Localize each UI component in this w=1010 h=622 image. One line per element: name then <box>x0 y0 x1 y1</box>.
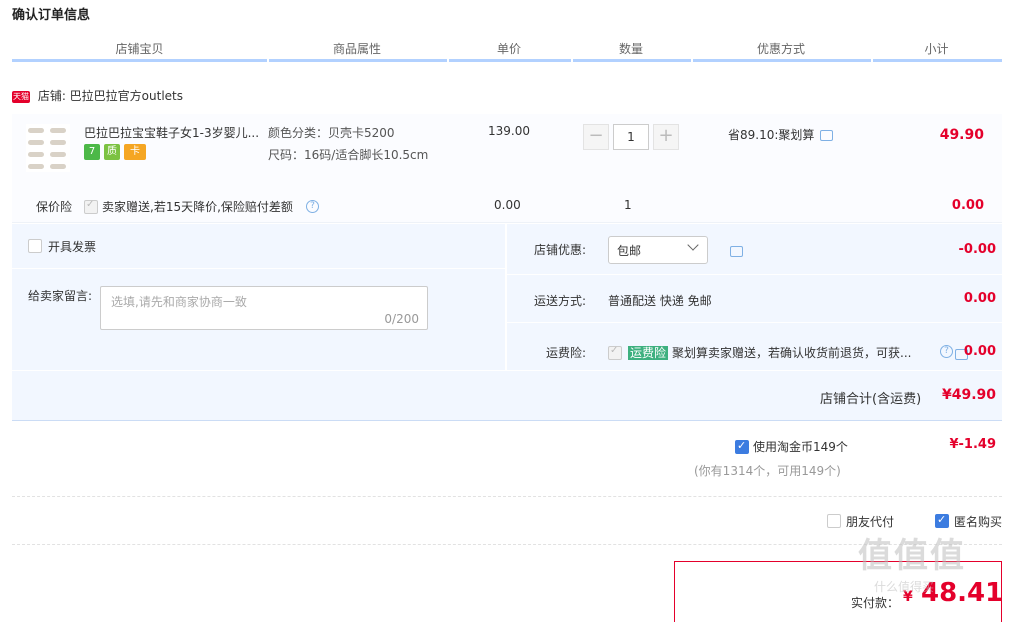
order-item: 巴拉巴拉宝宝鞋子女1-3岁婴儿... 7 质 卡 颜色分类：贝壳卡5200 尺码… <box>12 114 1002 223</box>
coin-amount: ¥-1.49 <box>949 437 996 452</box>
message-count: 0/200 <box>384 312 419 326</box>
divider <box>12 370 1002 371</box>
freight-insurance-label: 运费险: <box>545 346 586 360</box>
insurance-price: 0.00 <box>494 198 521 212</box>
col-attributes: 商品属性 <box>332 42 381 56</box>
item-subtotal: 49.90 <box>939 127 984 143</box>
header-underline <box>12 59 1002 62</box>
chat-icon[interactable] <box>820 130 834 141</box>
anonymous-checkbox[interactable] <box>935 513 949 528</box>
qty-plus-button[interactable]: + <box>653 124 679 150</box>
insurance-qty: 1 <box>624 198 632 212</box>
col-subtotal: 小计 <box>924 42 949 56</box>
quality-icon[interactable]: 质 <box>104 144 120 160</box>
header-sep <box>447 59 449 62</box>
coin-note: (你有1314个，可用149个) <box>694 464 841 478</box>
divider <box>12 268 505 269</box>
product-thumbnail[interactable] <box>26 124 70 172</box>
page-title: 确认订单信息 <box>12 8 91 23</box>
tmall-icon: 天猫 <box>12 90 30 103</box>
freight-insurance-desc: 聚划算卖家赠送，若确认收货前退货，可获... <box>672 346 912 360</box>
insurance-checkbox <box>84 199 98 214</box>
payment-options: 朋友代付 匿名购买 <box>12 498 1002 545</box>
product-name[interactable]: 巴拉巴拉宝宝鞋子女1-3岁婴儿... <box>84 124 260 141</box>
message-label: 给卖家留言: <box>28 289 93 303</box>
coin-section: 使用淘金币149个 (你有1314个，可用149个) ¥-1.49 <box>12 424 1002 497</box>
header-sep <box>871 59 873 62</box>
insurance-subtotal: 0.00 <box>951 198 984 213</box>
shop-total-label: 店铺合计(含运费) <box>820 392 922 407</box>
col-unit-price: 单价 <box>496 42 521 56</box>
shop-name[interactable]: 店铺: 巴拉巴拉官方outlets <box>38 89 183 103</box>
unit-price: 139.00 <box>488 124 530 138</box>
card-icon[interactable]: 卡 <box>124 144 146 160</box>
promo-label: 省89.10:聚划算 <box>728 128 815 142</box>
qty-input[interactable]: 1 <box>613 124 649 150</box>
shop-row[interactable]: 天猫 店铺: 巴拉巴拉官方outlets <box>12 88 183 104</box>
freight-insurance-checkbox <box>608 345 622 360</box>
shop-discount-value: 包邮 <box>617 244 642 258</box>
chat-icon[interactable] <box>730 246 743 257</box>
watermark-sub: 什么值得买 <box>874 580 935 594</box>
order-options: 开具发票 给卖家留言: 选填,请先和商家协商一致 0/200 店铺优惠: 包邮 … <box>12 224 1002 421</box>
shop-discount-label: 店铺优惠: <box>533 243 586 257</box>
chevron-down-icon <box>687 239 699 251</box>
qty-minus-button[interactable]: − <box>583 124 609 150</box>
attr-color: 颜色分类：贝壳卡5200 <box>268 126 395 140</box>
shop-discount-amount: -0.00 <box>958 242 996 257</box>
shipping-value: 普通配送 快递 免邮 <box>608 294 712 308</box>
invoice-checkbox[interactable] <box>28 239 42 253</box>
shipping-amount: 0.00 <box>963 291 996 306</box>
freight-insurance-tag: 运费险 <box>628 346 669 360</box>
header-sep <box>691 59 693 62</box>
col-discount: 优惠方式 <box>756 42 805 56</box>
friend-pay-checkbox[interactable] <box>827 514 841 528</box>
divider <box>507 274 1002 275</box>
col-quantity: 数量 <box>618 42 643 56</box>
insurance-text: 卖家赠送,若15天降价,保险赔付差额 <box>102 200 293 214</box>
divider <box>507 322 1002 323</box>
freight-insurance-amount: 0.00 <box>963 344 996 359</box>
insurance-label: 保价险 <box>36 200 73 214</box>
header-sep <box>571 59 573 62</box>
shop-discount-select[interactable]: 包邮 <box>608 236 708 264</box>
divider <box>505 224 507 370</box>
header-sep <box>267 59 269 62</box>
shop-total-value: ¥49.90 <box>941 387 996 403</box>
coin-checkbox[interactable] <box>735 439 749 454</box>
message-input[interactable]: 选填,请先和商家协商一致 0/200 <box>100 286 428 330</box>
freight-insurance-text: 运费险 聚划算卖家赠送，若确认收货前退货，可获... <box>628 344 913 361</box>
shipping-label: 运送方式: <box>533 294 586 308</box>
message-placeholder: 选填,请先和商家协商一致 <box>111 295 247 309</box>
attr-size: 尺码：16码/适合脚长10.5cm <box>268 148 429 162</box>
promo-text: 省89.10:聚划算 <box>728 126 834 143</box>
invoice-label[interactable]: 开具发票 <box>48 238 96 255</box>
coin-label[interactable]: 使用淘金币149个 <box>753 438 848 455</box>
col-shop-item: 店铺宝贝 <box>115 42 164 56</box>
help-icon[interactable]: ? <box>940 345 953 358</box>
payment-label: 实付款： <box>851 596 900 610</box>
watermark: 值值值 <box>858 536 966 576</box>
table-header: 店铺宝贝 商品属性 单价 数量 优惠方式 小计 <box>12 38 1002 62</box>
help-icon[interactable]: ? <box>306 200 319 213</box>
seven-day-return-icon[interactable]: 7 <box>84 144 100 160</box>
